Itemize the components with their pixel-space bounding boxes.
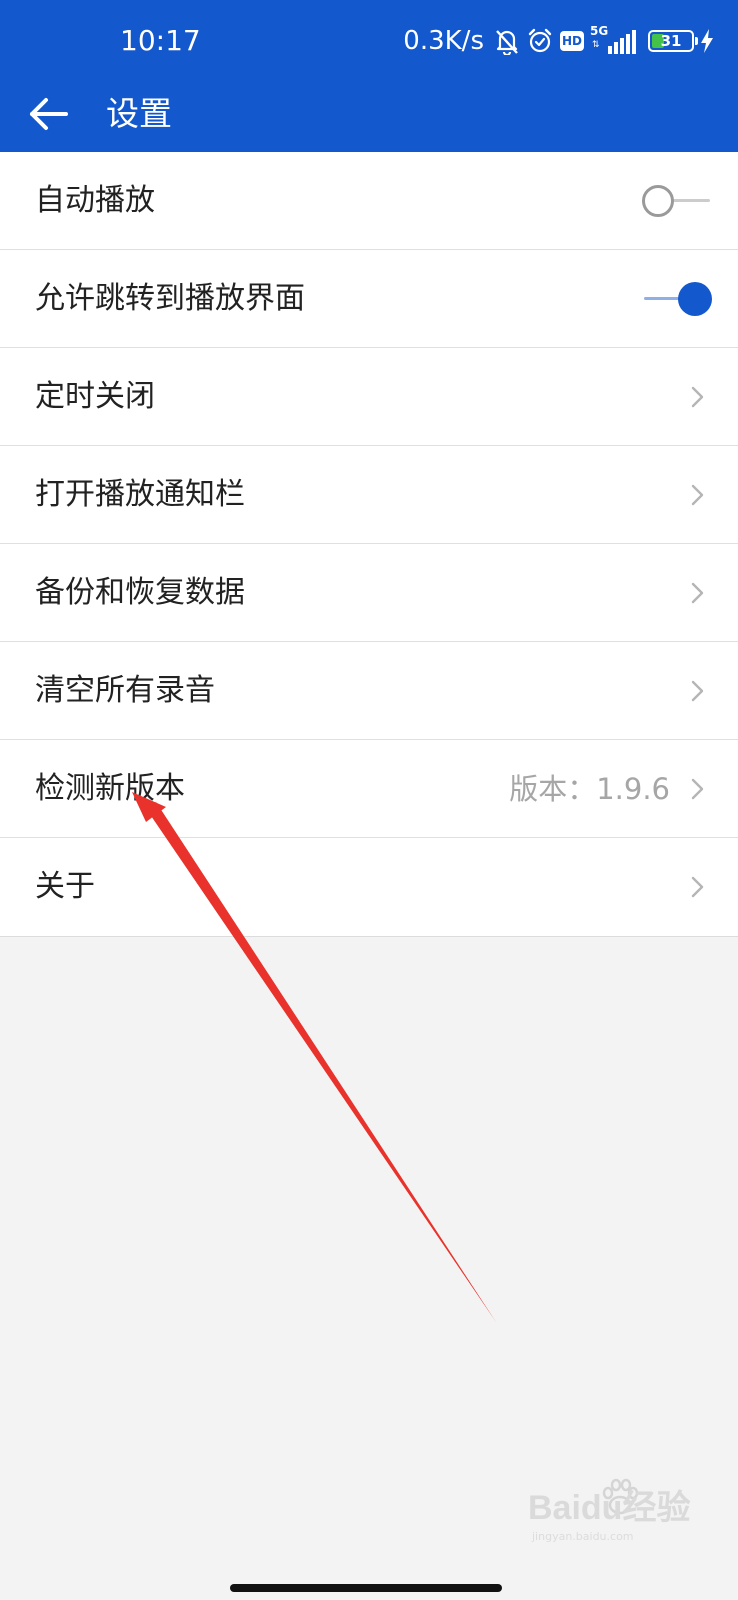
alarm-icon bbox=[526, 27, 554, 55]
setting-playback-notification[interactable]: 打开播放通知栏 bbox=[0, 446, 738, 544]
chevron-right-icon bbox=[691, 386, 704, 408]
setting-sleep-timer[interactable]: 定时关闭 bbox=[0, 348, 738, 446]
switch-thumb bbox=[678, 282, 712, 316]
back-button[interactable] bbox=[20, 86, 76, 142]
chevron-right-icon bbox=[691, 876, 704, 898]
home-indicator[interactable] bbox=[230, 1584, 502, 1592]
setting-about[interactable]: 关于 bbox=[0, 838, 738, 936]
chevron-right-icon bbox=[691, 680, 704, 702]
setting-label: 打开播放通知栏 bbox=[35, 477, 245, 512]
setting-check-update[interactable]: 检测新版本 版本：1.9.6 bbox=[0, 740, 738, 838]
setting-label: 检测新版本 bbox=[35, 771, 185, 806]
setting-label: 关于 bbox=[35, 869, 95, 904]
setting-clear-recordings[interactable]: 清空所有录音 bbox=[0, 642, 738, 740]
setting-auto-play[interactable]: 自动播放 bbox=[0, 152, 738, 250]
network-type-label: 5G bbox=[590, 24, 609, 38]
watermark-text: Baidu经验 bbox=[528, 1489, 691, 1527]
battery-level: 31 bbox=[660, 32, 682, 50]
setting-label: 定时关闭 bbox=[35, 379, 155, 414]
watermark-url: jingyan.baidu.com bbox=[532, 1530, 634, 1543]
setting-backup-restore[interactable]: 备份和恢复数据 bbox=[0, 544, 738, 642]
setting-label: 自动播放 bbox=[35, 183, 155, 218]
chevron-right-icon bbox=[691, 484, 704, 506]
status-icons: 0.3K/s HD 5G ⇅ 31 bbox=[403, 24, 714, 58]
bell-off-icon bbox=[494, 27, 520, 55]
status-time: 10:17 bbox=[120, 24, 201, 57]
baidu-watermark: Baidu经验 jingyan.baidu.com bbox=[528, 1478, 698, 1558]
switch-thumb bbox=[642, 185, 674, 217]
arrow-left-icon bbox=[30, 98, 68, 130]
charging-icon bbox=[700, 29, 714, 53]
page-title: 设置 bbox=[106, 94, 172, 133]
toolbar: 设置 bbox=[0, 78, 738, 152]
hd-icon: HD bbox=[560, 31, 584, 51]
battery-icon: 31 bbox=[648, 30, 698, 52]
setting-label: 备份和恢复数据 bbox=[35, 575, 245, 610]
auto-play-switch[interactable] bbox=[642, 184, 712, 218]
setting-label: 允许跳转到播放界面 bbox=[35, 281, 305, 316]
jump-to-player-switch[interactable] bbox=[642, 282, 712, 316]
status-bar: 10:17 0.3K/s HD 5G ⇅ 31 bbox=[0, 0, 738, 82]
signal-5g-icon: 5G ⇅ bbox=[590, 24, 638, 56]
chevron-right-icon bbox=[691, 778, 704, 800]
battery-cap bbox=[695, 37, 698, 45]
app-header: 10:17 0.3K/s HD 5G ⇅ 31 设置 bbox=[0, 0, 738, 152]
data-arrows-icon: ⇅ bbox=[592, 40, 600, 50]
network-speed: 0.3K/s bbox=[403, 26, 484, 56]
settings-list: 自动播放 允许跳转到播放界面 定时关闭 打开播放通知栏 备份和恢复数据 清空所有… bbox=[0, 152, 738, 937]
version-value: 版本：1.9.6 bbox=[509, 772, 670, 806]
chevron-right-icon bbox=[691, 582, 704, 604]
setting-jump-to-player[interactable]: 允许跳转到播放界面 bbox=[0, 250, 738, 348]
setting-label: 清空所有录音 bbox=[35, 673, 215, 708]
